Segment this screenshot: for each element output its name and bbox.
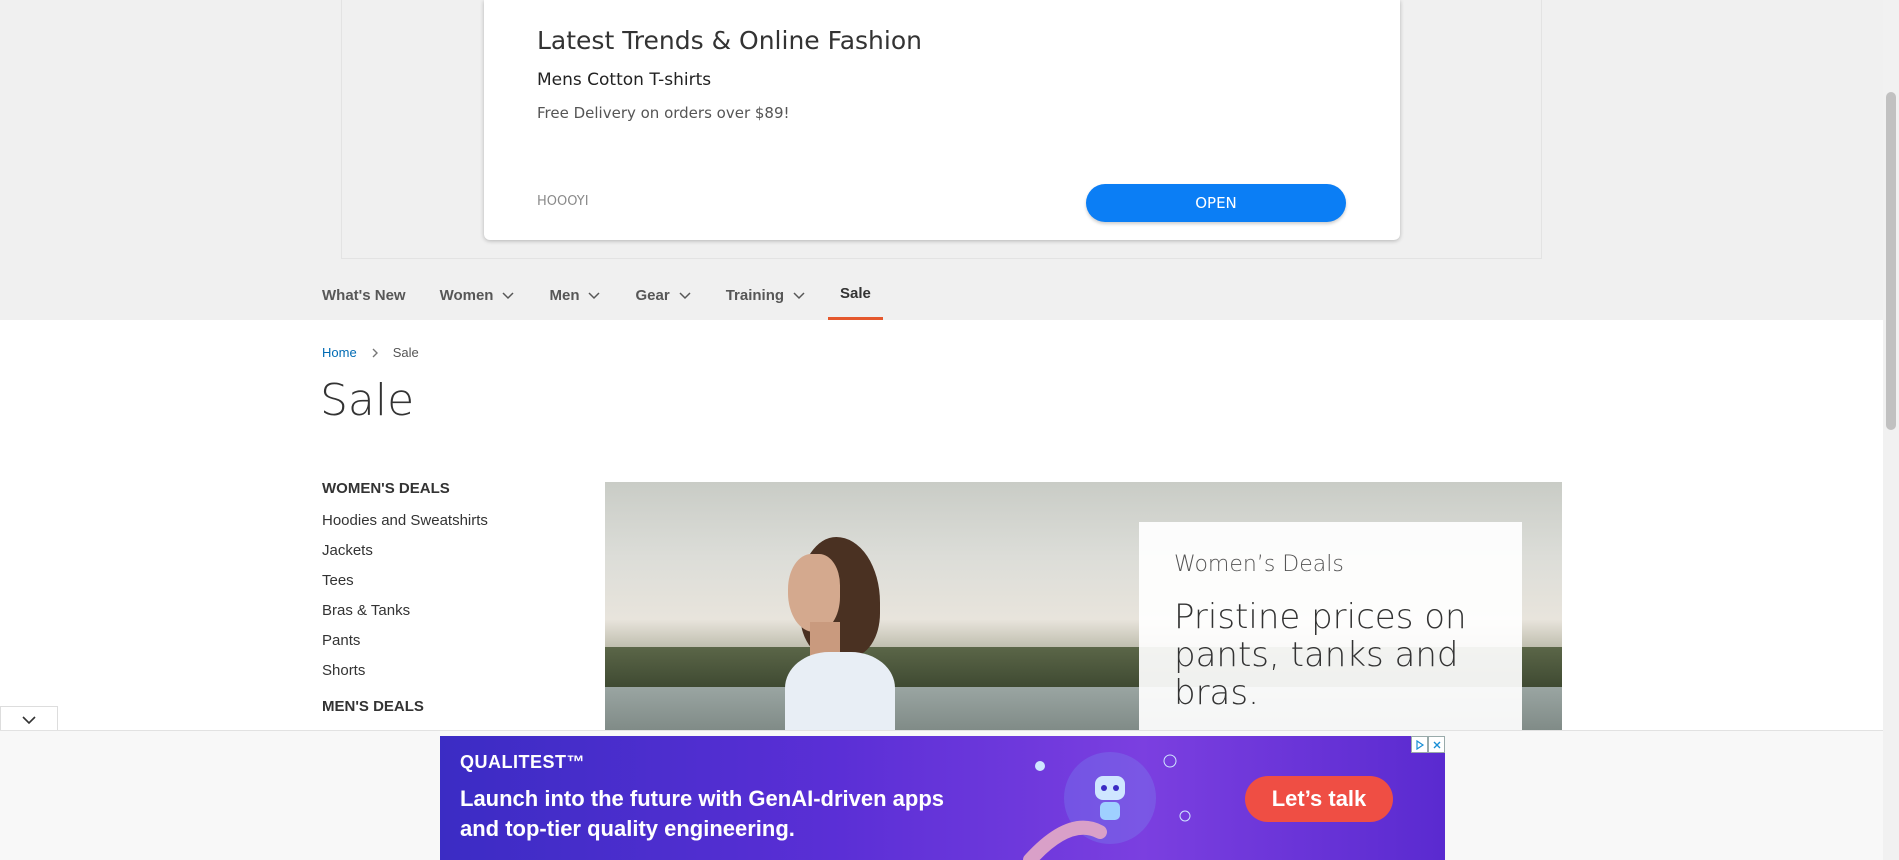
nav-label: Women: [439, 286, 494, 304]
breadcrumb: Home Sale: [322, 345, 419, 360]
bottom-ad-banner[interactable]: QUALITEST™ Launch into the future with G…: [440, 736, 1445, 860]
nav-label: What's New: [322, 286, 406, 304]
hero-banner[interactable]: Women’s Deals Pristine prices on pants, …: [605, 482, 1562, 732]
nav-label: Men: [549, 286, 580, 304]
runner-top: [785, 652, 895, 732]
breadcrumb-home-link[interactable]: Home: [322, 345, 357, 360]
breadcrumb-current: Sale: [392, 345, 419, 360]
ad-choices: [1411, 736, 1445, 753]
nav-sale[interactable]: Sale: [828, 270, 883, 320]
ad-brand: HOOOYI: [537, 194, 589, 209]
close-icon[interactable]: [1428, 736, 1445, 753]
sidebar-link-jackets[interactable]: Jackets: [322, 536, 572, 566]
chevron-down-icon: [679, 292, 691, 300]
ad-description: Free Delivery on orders over $89!: [537, 104, 790, 122]
header-band: Latest Trends & Online Fashion Mens Cott…: [0, 0, 1883, 320]
ad-open-button[interactable]: OPEN: [1086, 184, 1346, 222]
chevron-right-icon: [372, 348, 378, 357]
chevron-down-icon: [588, 292, 601, 300]
banner-text: Launch into the future with GenAI-driven…: [460, 786, 945, 841]
banner-brand: QUALITEST™: [460, 752, 585, 772]
nav-gear[interactable]: Gear: [635, 270, 691, 320]
sidebar: WOMEN'S DEALS Hoodies and Sweatshirts Ja…: [322, 480, 572, 715]
collapse-ad-toggle[interactable]: [0, 706, 58, 732]
nav-label: Sale: [840, 285, 871, 302]
chevron-down-icon: [22, 715, 36, 724]
sidebar-link-shorts[interactable]: Shorts: [322, 656, 572, 686]
top-ad-card[interactable]: Latest Trends & Online Fashion Mens Cott…: [484, 0, 1400, 240]
nav-label: Gear: [635, 286, 670, 304]
main-nav: What's New Women Men Gear Training Sale: [322, 270, 917, 320]
nav-training[interactable]: Training: [726, 270, 806, 320]
mens-deals-heading: MEN'S DEALS: [322, 698, 424, 715]
hero-kicker: Women’s Deals: [1174, 552, 1344, 577]
sidebar-link-bras-tanks[interactable]: Bras & Tanks: [322, 596, 572, 626]
chevron-down-icon: [502, 292, 515, 300]
nav-men[interactable]: Men: [549, 270, 601, 320]
scrollbar-thumb[interactable]: [1886, 92, 1896, 430]
sidebar-link-tees[interactable]: Tees: [322, 566, 572, 596]
sidebar-link-hoodies[interactable]: Hoodies and Sweatshirts: [322, 506, 572, 536]
sidebar-link-pants[interactable]: Pants: [322, 626, 572, 656]
womens-deals-heading: WOMEN'S DEALS: [322, 480, 450, 497]
page-title: Sale: [320, 375, 415, 426]
nav-women[interactable]: Women: [440, 270, 516, 320]
nav-whats-new[interactable]: What's New: [322, 270, 406, 320]
chevron-down-icon: [793, 292, 805, 300]
lets-talk-button[interactable]: Let’s talk: [1245, 776, 1393, 822]
vertical-scrollbar[interactable]: [1883, 0, 1899, 860]
hero-card[interactable]: Women’s Deals Pristine prices on pants, …: [1139, 522, 1522, 732]
ai-robot-icon: [1023, 752, 1191, 860]
hero-headline: Pristine prices on pants, tanks and bras…: [1174, 597, 1467, 713]
ad-title[interactable]: Latest Trends & Online Fashion: [537, 26, 922, 55]
runner-face: [788, 554, 840, 632]
adchoices-icon[interactable]: [1411, 736, 1428, 753]
nav-label: Training: [725, 286, 785, 304]
ad-subtitle[interactable]: Mens Cotton T-shirts: [537, 70, 711, 90]
